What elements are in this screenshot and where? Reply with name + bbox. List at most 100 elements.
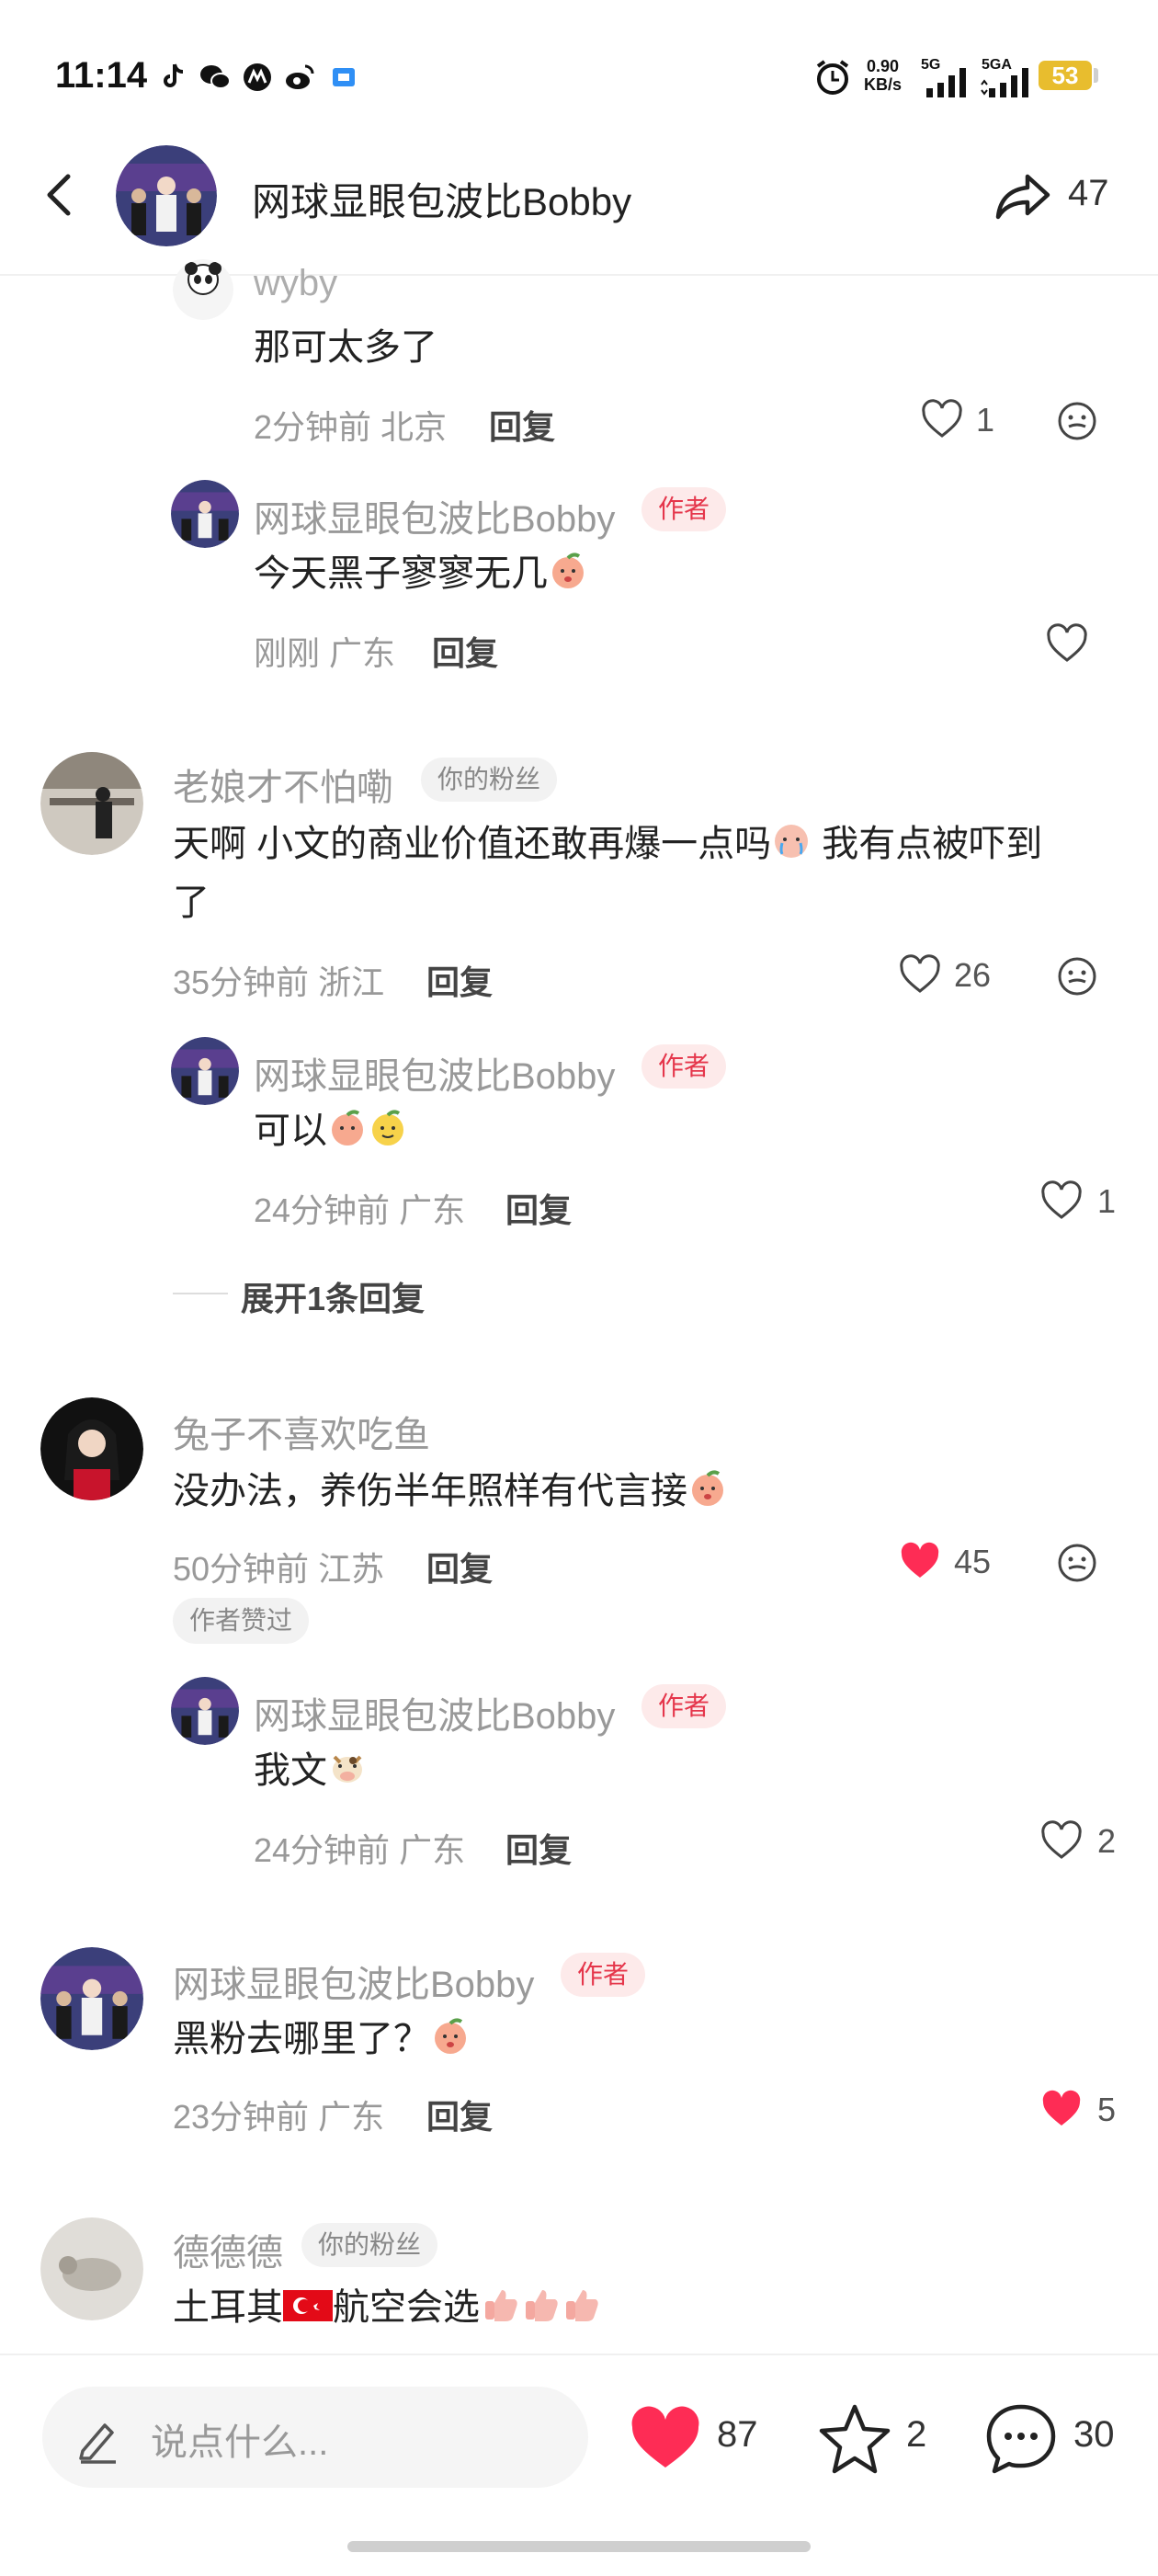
turkey-flag-icon: [283, 2290, 333, 2321]
avatar[interactable]: [40, 1397, 143, 1500]
wechat-icon: [200, 65, 231, 89]
comment-text: 天啊 小文的商业价值还敢再爆一点吗 我有点被吓到了: [173, 815, 1110, 932]
fan-badge: 你的粉丝: [301, 2223, 438, 2267]
comment-username[interactable]: 德德德: [173, 2223, 283, 2276]
yellow-emoji-icon: [372, 1110, 403, 1146]
battery-tip: [1094, 68, 1098, 83]
reply-button[interactable]: 回复: [489, 401, 555, 449]
expand-divider: [173, 1293, 228, 1294]
comment-location: 广东: [318, 2098, 385, 2136]
avatar[interactable]: [171, 1677, 239, 1745]
header-avatar[interactable]: [116, 145, 217, 246]
comment-location: 北京: [380, 408, 448, 446]
like-heart-icon[interactable]: [629, 2405, 702, 2471]
avatar[interactable]: [40, 1947, 143, 2050]
comment-text-content: 可以: [254, 1111, 327, 1151]
comment-text-content: 航空会选: [333, 2287, 480, 2328]
emoji-reaction-icon[interactable]: [1057, 1543, 1097, 1583]
comment-text-content: 黑粉去哪里了？: [173, 2019, 430, 2059]
peach-emoji-icon: [435, 2018, 466, 2054]
home-indicator[interactable]: [347, 2541, 811, 2552]
comment-username[interactable]: wyby: [254, 263, 337, 304]
reply-button[interactable]: 回复: [426, 2091, 493, 2138]
avatar[interactable]: [173, 259, 233, 320]
avatar[interactable]: [40, 2217, 143, 2320]
comment-text-content: 没办法，养伤半年照样有代言接: [173, 1471, 687, 1511]
comment-username[interactable]: 网球显眼包波比Bobby: [173, 1955, 534, 2008]
heart-outline-icon[interactable]: [921, 399, 963, 441]
heart-filled-icon[interactable]: [899, 1541, 941, 1583]
share-count: 47: [1068, 173, 1109, 213]
heart-outline-icon[interactable]: [1046, 623, 1088, 666]
net-speed-unit: KB/s: [864, 75, 903, 94]
comment-time: 50分钟前 江苏: [173, 1543, 384, 1590]
expand-replies-button[interactable]: 展开1条回复: [241, 1272, 425, 1320]
comment-time: 2分钟前 北京: [254, 401, 447, 449]
author-badge: 作者: [641, 1684, 727, 1728]
comment-text-content: 土耳其: [173, 2287, 283, 2328]
comment-text-content: 我文: [254, 1750, 327, 1791]
thumbs-up-emoji-icon: [566, 2290, 598, 2321]
author-badge: 作者: [641, 487, 727, 531]
comment-location: 浙江: [318, 963, 385, 1001]
like-count: 1: [976, 401, 995, 439]
net-speed-value: 0.90: [866, 57, 900, 75]
reply-button[interactable]: 回复: [426, 1543, 493, 1590]
comment-username[interactable]: 网球显眼包波比Bobby: [254, 1046, 615, 1100]
reply-button[interactable]: 回复: [426, 956, 493, 1004]
emoji-reaction-icon[interactable]: [1057, 956, 1097, 997]
pencil-icon: [79, 2423, 116, 2464]
heart-filled-icon[interactable]: [1040, 2089, 1083, 2131]
peach-emoji-icon: [332, 1110, 363, 1146]
author-badge: 作者: [561, 1953, 646, 1997]
comment-username[interactable]: 兔子不喜欢吃鱼: [173, 1405, 430, 1458]
peach-emoji-icon: [692, 1470, 723, 1506]
comment-timestamp: 刚刚: [254, 634, 321, 672]
app-icon: [244, 63, 271, 91]
avatar[interactable]: [40, 752, 143, 855]
heart-outline-icon[interactable]: [1040, 1180, 1083, 1223]
author-liked-badge: 作者赞过: [173, 1598, 310, 1644]
comment-text: 我文: [254, 1741, 368, 1800]
reply-button[interactable]: 回复: [505, 1184, 572, 1232]
comment-username[interactable]: 网球显眼包波比Bobby: [254, 489, 615, 542]
comment-text: 可以: [254, 1101, 408, 1160]
heart-outline-icon[interactable]: [899, 954, 941, 997]
comment-text: 那可太多了: [254, 327, 437, 368]
battery-indicator: 53: [1039, 61, 1092, 90]
comment-text: 黑粉去哪里了？: [173, 2010, 471, 2069]
weibo-icon: [286, 64, 314, 89]
comment-location: 广东: [399, 1191, 466, 1229]
reply-button[interactable]: 回复: [432, 627, 498, 675]
avatar[interactable]: [171, 480, 239, 548]
thumbs-up-emoji-icon: [526, 2290, 558, 2321]
comment-username[interactable]: 网球显眼包波比Bobby: [254, 1686, 615, 1739]
comment-bubble-icon[interactable]: [983, 2401, 1059, 2475]
reply-button[interactable]: 回复: [505, 1824, 572, 1872]
comment-timestamp: 2分钟前: [254, 408, 372, 446]
net-speed: 0.90 KB/s: [864, 57, 902, 94]
comment-text: 没办法，养伤半年照样有代言接: [173, 1462, 728, 1521]
comment-timestamp: 24分钟前: [254, 1191, 391, 1229]
comment-username[interactable]: 老娘才不怕嘞: [173, 758, 393, 811]
star-icon[interactable]: [818, 2401, 891, 2475]
page-title: 网球显眼包波比Bobby: [252, 180, 632, 223]
comment-location: 广东: [399, 1831, 466, 1869]
back-arrow-icon[interactable]: [33, 167, 88, 222]
comment-time: 24分钟前 广东: [254, 1824, 465, 1872]
like-total-count: 87: [717, 2414, 758, 2455]
share-icon[interactable]: [991, 164, 1055, 228]
comment-text-content: 今天黑子寥寥无几: [254, 553, 548, 594]
comment-input-placeholder[interactable]: 说点什么...: [151, 2412, 328, 2466]
fan-badge: 你的粉丝: [421, 758, 558, 802]
comment-text: 今天黑子寥寥无几: [254, 544, 588, 603]
comment-time: 35分钟前 浙江: [173, 956, 384, 1004]
comment-location: 江苏: [318, 1550, 385, 1588]
like-count: 2: [1097, 1822, 1117, 1860]
avatar[interactable]: [171, 1037, 239, 1105]
heart-outline-icon[interactable]: [1040, 1820, 1083, 1863]
comment-time: 24分钟前 广东: [254, 1184, 465, 1232]
author-badge: 作者: [641, 1044, 727, 1089]
comment-timestamp: 50分钟前: [173, 1550, 310, 1588]
emoji-reaction-icon[interactable]: [1057, 401, 1097, 441]
